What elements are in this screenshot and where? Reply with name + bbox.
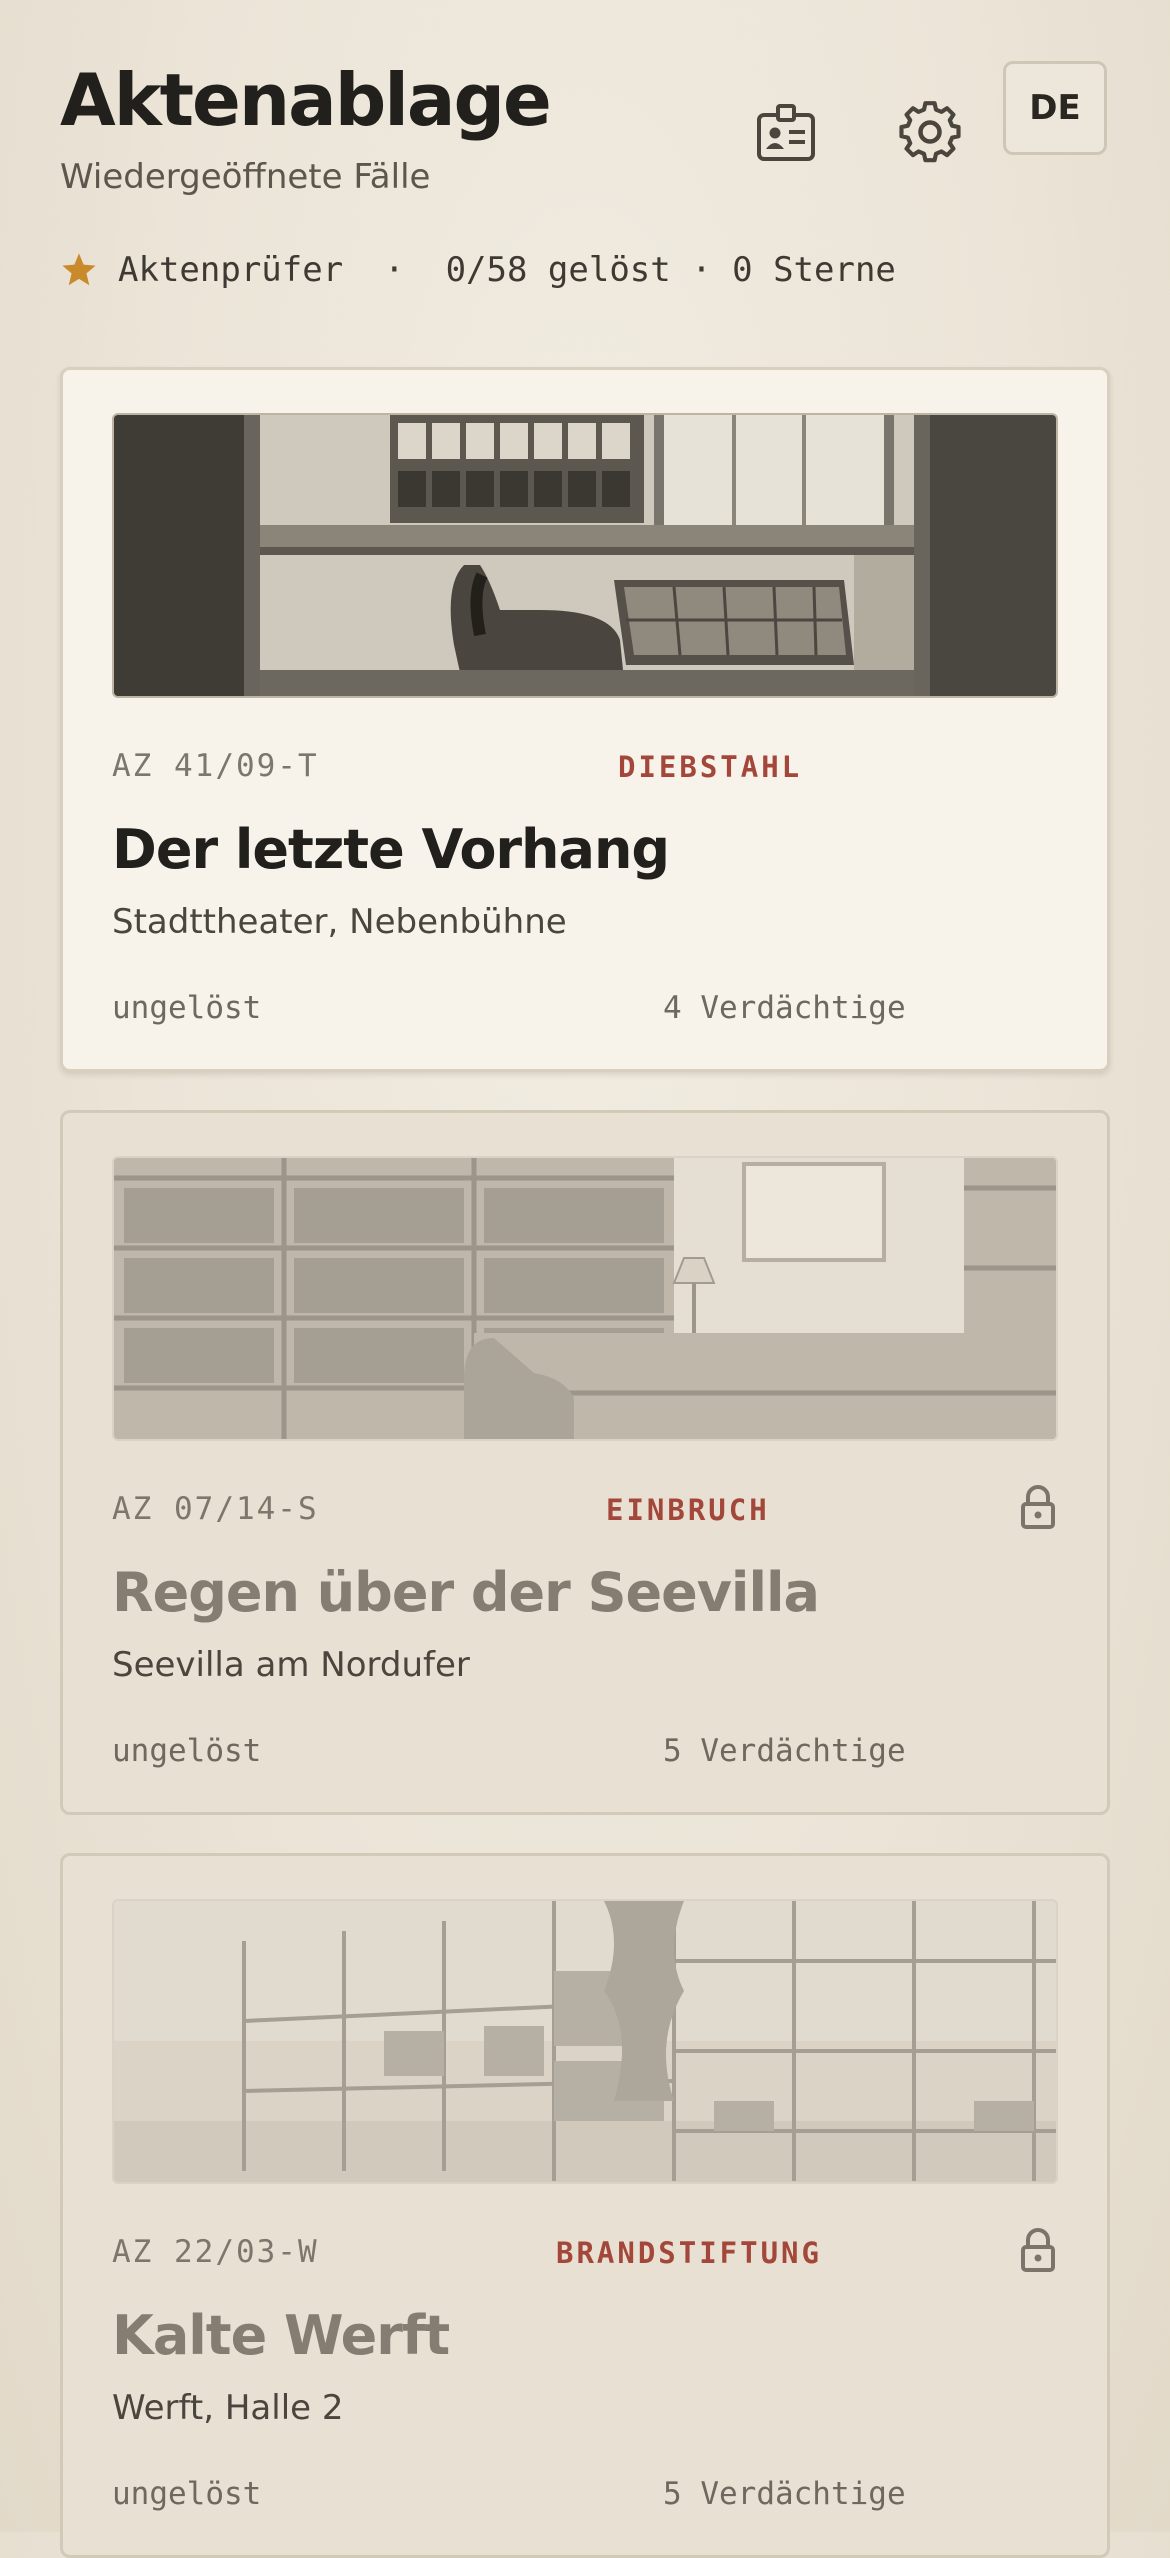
- settings-button[interactable]: [882, 84, 978, 180]
- case-illustration-backstage-office: [112, 413, 1058, 698]
- case-category: DIEBSTAHL: [618, 750, 803, 784]
- case-card[interactable]: AZ 41/09-T DIEBSTAHL Der letzte Vorhang …: [60, 367, 1110, 1072]
- case-title: Regen über der Seevilla: [112, 1561, 820, 1624]
- page-subtitle: Wiedergeöffnete Fälle: [60, 157, 431, 197]
- star-icon: [62, 253, 96, 286]
- gear-icon: [899, 101, 961, 163]
- profile-badge-button[interactable]: [738, 86, 834, 182]
- case-title: Kalte Werft: [112, 2304, 450, 2367]
- progress-stats: Aktenprüfer · 0/58 gelöst · 0 Sterne: [60, 246, 896, 294]
- case-suspects-count: 5 Verdächtige: [663, 1733, 906, 1769]
- case-number: AZ 07/14-S: [112, 1491, 319, 1527]
- solved-progress: 0/58 gelöst · 0 Sterne: [445, 250, 896, 290]
- case-number: AZ 22/03-W: [112, 2234, 319, 2270]
- case-suspects-count: 5 Verdächtige: [663, 2476, 906, 2512]
- stats-separator: ·: [384, 250, 405, 290]
- case-location: Werft, Halle 2: [112, 2388, 344, 2428]
- lock-icon: [1021, 2228, 1055, 2272]
- case-status: ungelöst: [112, 2476, 262, 2512]
- case-card[interactable]: AZ 22/03-W BRANDSTIFTUNG Kalte Werft Wer…: [60, 1853, 1110, 2558]
- language-button[interactable]: DE: [1003, 61, 1107, 155]
- case-illustration-library-room: [112, 1156, 1058, 1441]
- id-badge-icon: [757, 104, 815, 161]
- case-number: AZ 41/09-T: [112, 748, 319, 784]
- rank-label: Aktenprüfer: [118, 250, 344, 290]
- case-title: Der letzte Vorhang: [112, 818, 670, 881]
- page-title: Aktenablage: [60, 58, 552, 142]
- lock-icon: [1021, 1485, 1055, 1529]
- case-suspects-count: 4 Verdächtige: [663, 990, 906, 1026]
- case-category: EINBRUCH: [606, 1493, 770, 1527]
- case-illustration-warehouse-racks: [112, 1899, 1058, 2184]
- case-status: ungelöst: [112, 1733, 262, 1769]
- app-header: Aktenablage Wiedergeöffnete Fälle DE Akt…: [0, 0, 1170, 330]
- case-status: ungelöst: [112, 990, 262, 1026]
- case-location: Seevilla am Nordufer: [112, 1645, 470, 1685]
- case-location: Stadttheater, Nebenbühne: [112, 902, 567, 942]
- case-category: BRANDSTIFTUNG: [556, 2236, 822, 2270]
- case-card[interactable]: AZ 07/14-S EINBRUCH Regen über der Seevi…: [60, 1110, 1110, 1815]
